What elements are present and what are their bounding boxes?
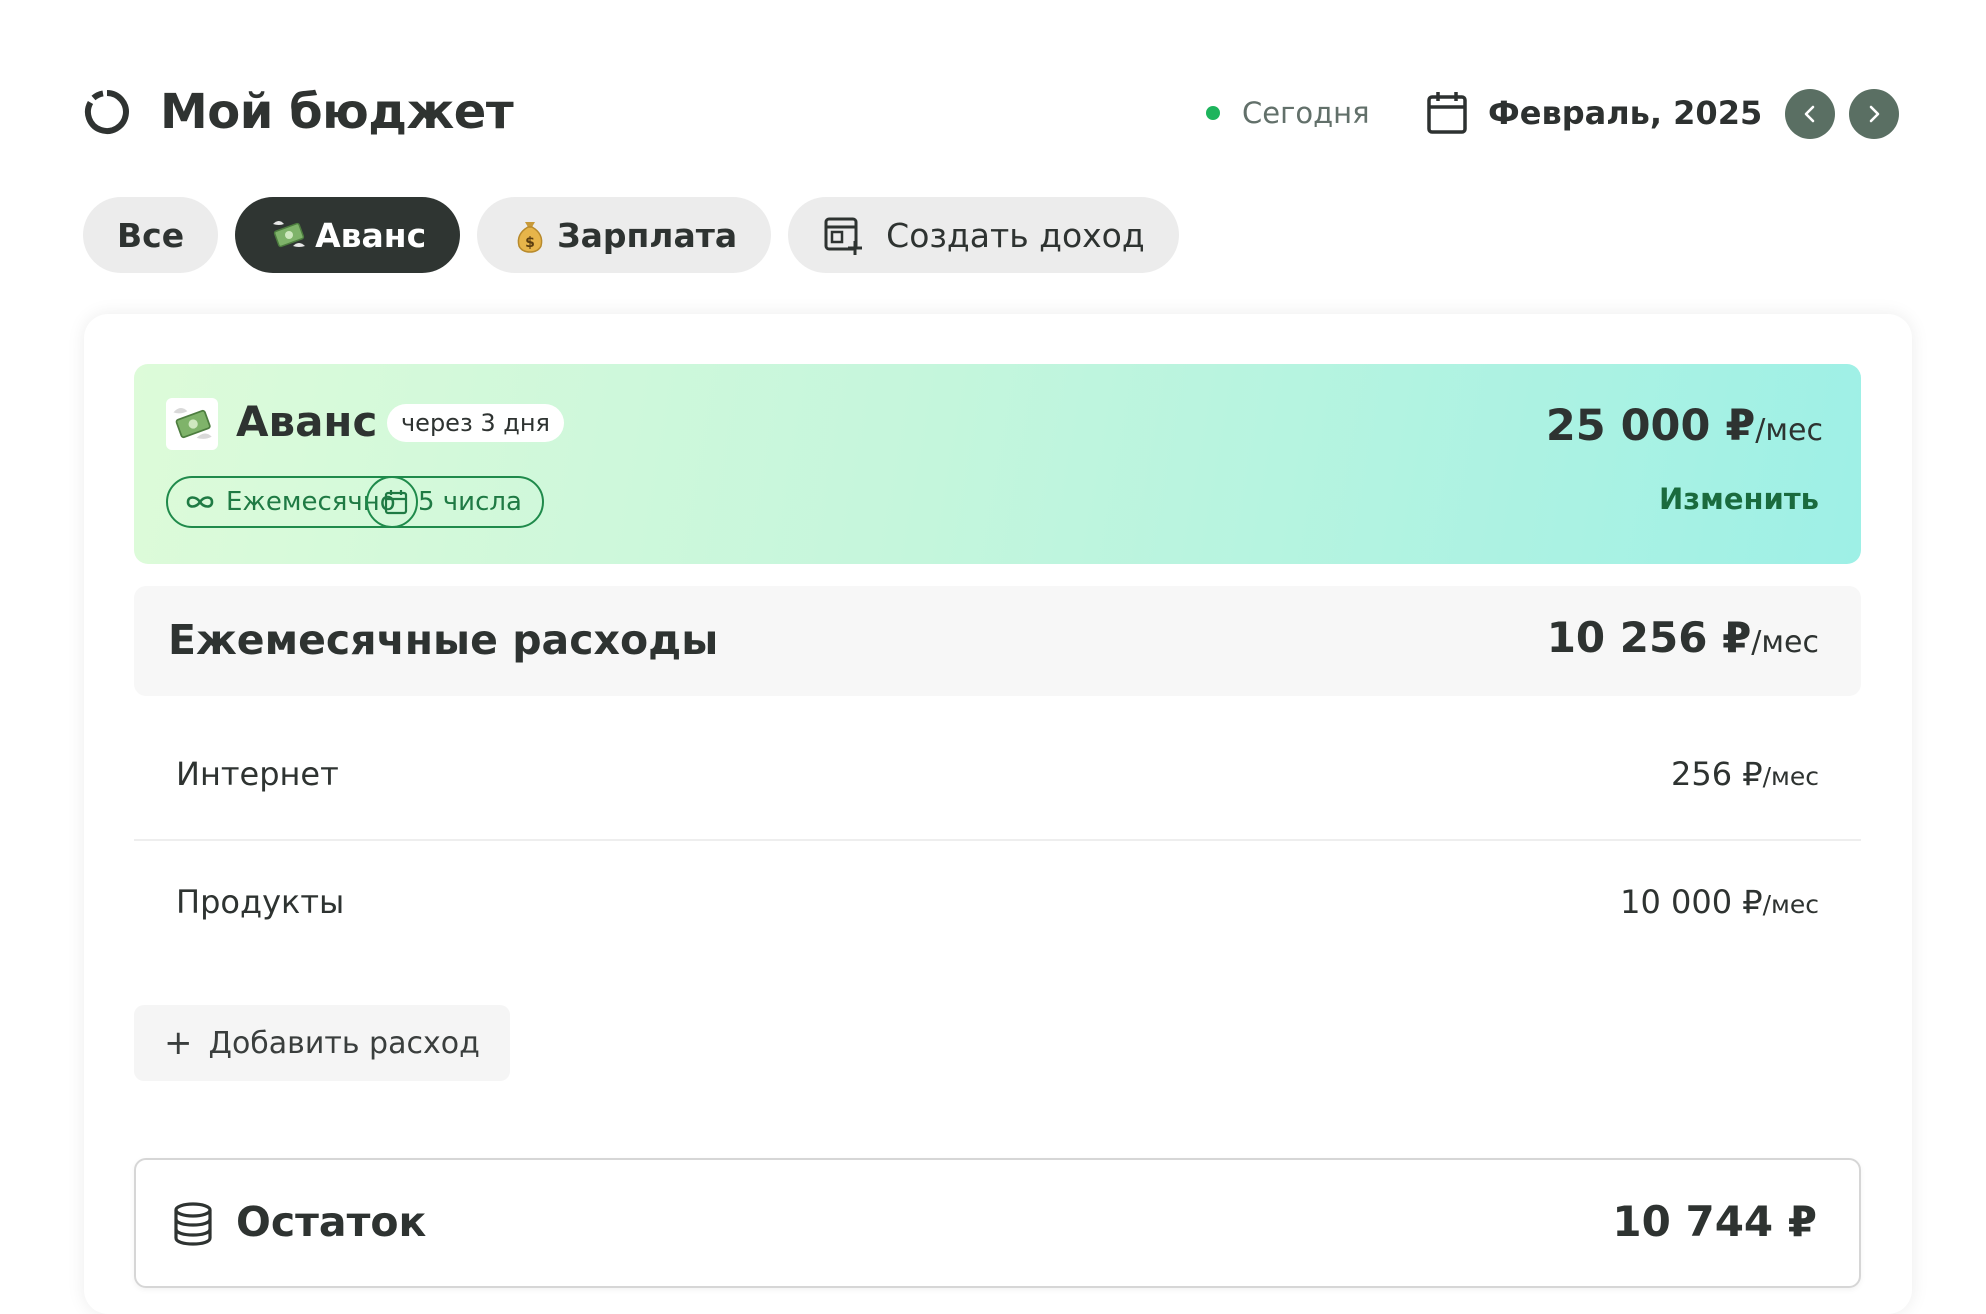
chevron-right-icon (1869, 105, 1880, 123)
expense-name: Интернет (176, 755, 339, 793)
today-link[interactable]: Сегодня (1206, 96, 1370, 130)
expense-amount-suffix: /мес (1762, 890, 1819, 919)
money-with-wings-icon (173, 408, 212, 439)
database-icon (174, 1202, 212, 1246)
svg-text:$: $ (525, 235, 535, 251)
balance-panel: Остаток 10 744 ₽ (134, 1158, 1861, 1288)
monthly-expenses-total: 10 256 ₽/мес (1547, 610, 1819, 671)
expense-amount: 10 000 ₽/мес (1620, 883, 1819, 921)
tab-salary-label: Зарплата (557, 215, 738, 255)
expense-amount-value: 256 ₽ (1670, 755, 1763, 793)
expense-name: Продукты (176, 883, 345, 921)
payday-label: 5 числа (418, 487, 522, 517)
chevron-left-icon (1804, 105, 1815, 123)
monthly-expenses-title: Ежемесячные расходы (168, 616, 719, 664)
expense-row[interactable]: Продукты 10 000 ₽/мес (134, 841, 1861, 967)
next-month-button[interactable] (1849, 89, 1899, 139)
expenses-total-value: 10 256 ₽ (1546, 613, 1752, 662)
prev-month-button[interactable] (1785, 89, 1835, 139)
tab-salary[interactable]: $ Зарплата (477, 197, 772, 273)
income-amount-suffix: /мес (1755, 413, 1823, 448)
money-with-wings-icon (273, 221, 306, 248)
create-income-button[interactable]: Создать доход (788, 197, 1179, 273)
budget-logo-icon (84, 90, 129, 134)
month-label: Февраль, 2025 (1488, 94, 1763, 132)
income-tabs: Все Аванс $ Зарплата Создать доход (83, 197, 1179, 273)
expense-row[interactable]: Интернет 256 ₽/мес (134, 713, 1861, 841)
plus-icon: + (164, 1023, 193, 1063)
monthly-expenses-header: Ежемесячные расходы 10 256 ₽/мес (134, 586, 1861, 696)
today-dot-icon (1206, 106, 1220, 120)
tab-advance-label: Аванс (315, 215, 427, 255)
edit-income-link[interactable]: Изменить (1659, 482, 1819, 516)
balance-title: Остаток (236, 1198, 427, 1246)
create-income-icon (824, 217, 863, 255)
add-expense-label: Добавить расход (208, 1025, 480, 1061)
income-card: Аванс через 3 дня 25 000 ₽/мес Ежемесячн… (134, 364, 1861, 564)
money-bag-icon: $ (517, 222, 543, 253)
income-title: Аванс (236, 397, 378, 446)
create-income-label: Создать доход (886, 215, 1145, 255)
expense-amount-suffix: /мес (1762, 762, 1819, 791)
tab-all[interactable]: Все (83, 197, 219, 273)
income-due-badge: через 3 дня (387, 404, 564, 442)
month-selector[interactable]: Февраль, 2025 (1426, 90, 1762, 136)
page-title: Мой бюджет (160, 84, 514, 140)
budget-card: Аванс через 3 дня 25 000 ₽/мес Ежемесячн… (84, 314, 1912, 1314)
income-amount: 25 000 ₽/мес (1546, 398, 1823, 459)
expense-amount-value: 10 000 ₽ (1620, 883, 1763, 921)
add-expense-button[interactable]: + Добавить расход (134, 1005, 510, 1081)
calendar-icon (384, 490, 408, 515)
tab-advance[interactable]: Аванс (235, 197, 461, 273)
income-amount-value: 25 000 ₽ (1545, 401, 1756, 451)
calendar-icon (1427, 92, 1467, 134)
payday-chip[interactable]: 5 числа (366, 476, 544, 528)
income-emoji-icon (166, 398, 218, 450)
expenses-total-suffix: /мес (1751, 625, 1819, 660)
today-label: Сегодня (1242, 96, 1370, 130)
balance-amount: 10 744 ₽ (1612, 1197, 1817, 1246)
expense-amount: 256 ₽/мес (1671, 755, 1819, 793)
infinity-icon (186, 496, 214, 508)
tab-all-label: Все (117, 215, 185, 255)
header: Мой бюджет Сегодня Февраль, 2025 (84, 80, 1900, 146)
